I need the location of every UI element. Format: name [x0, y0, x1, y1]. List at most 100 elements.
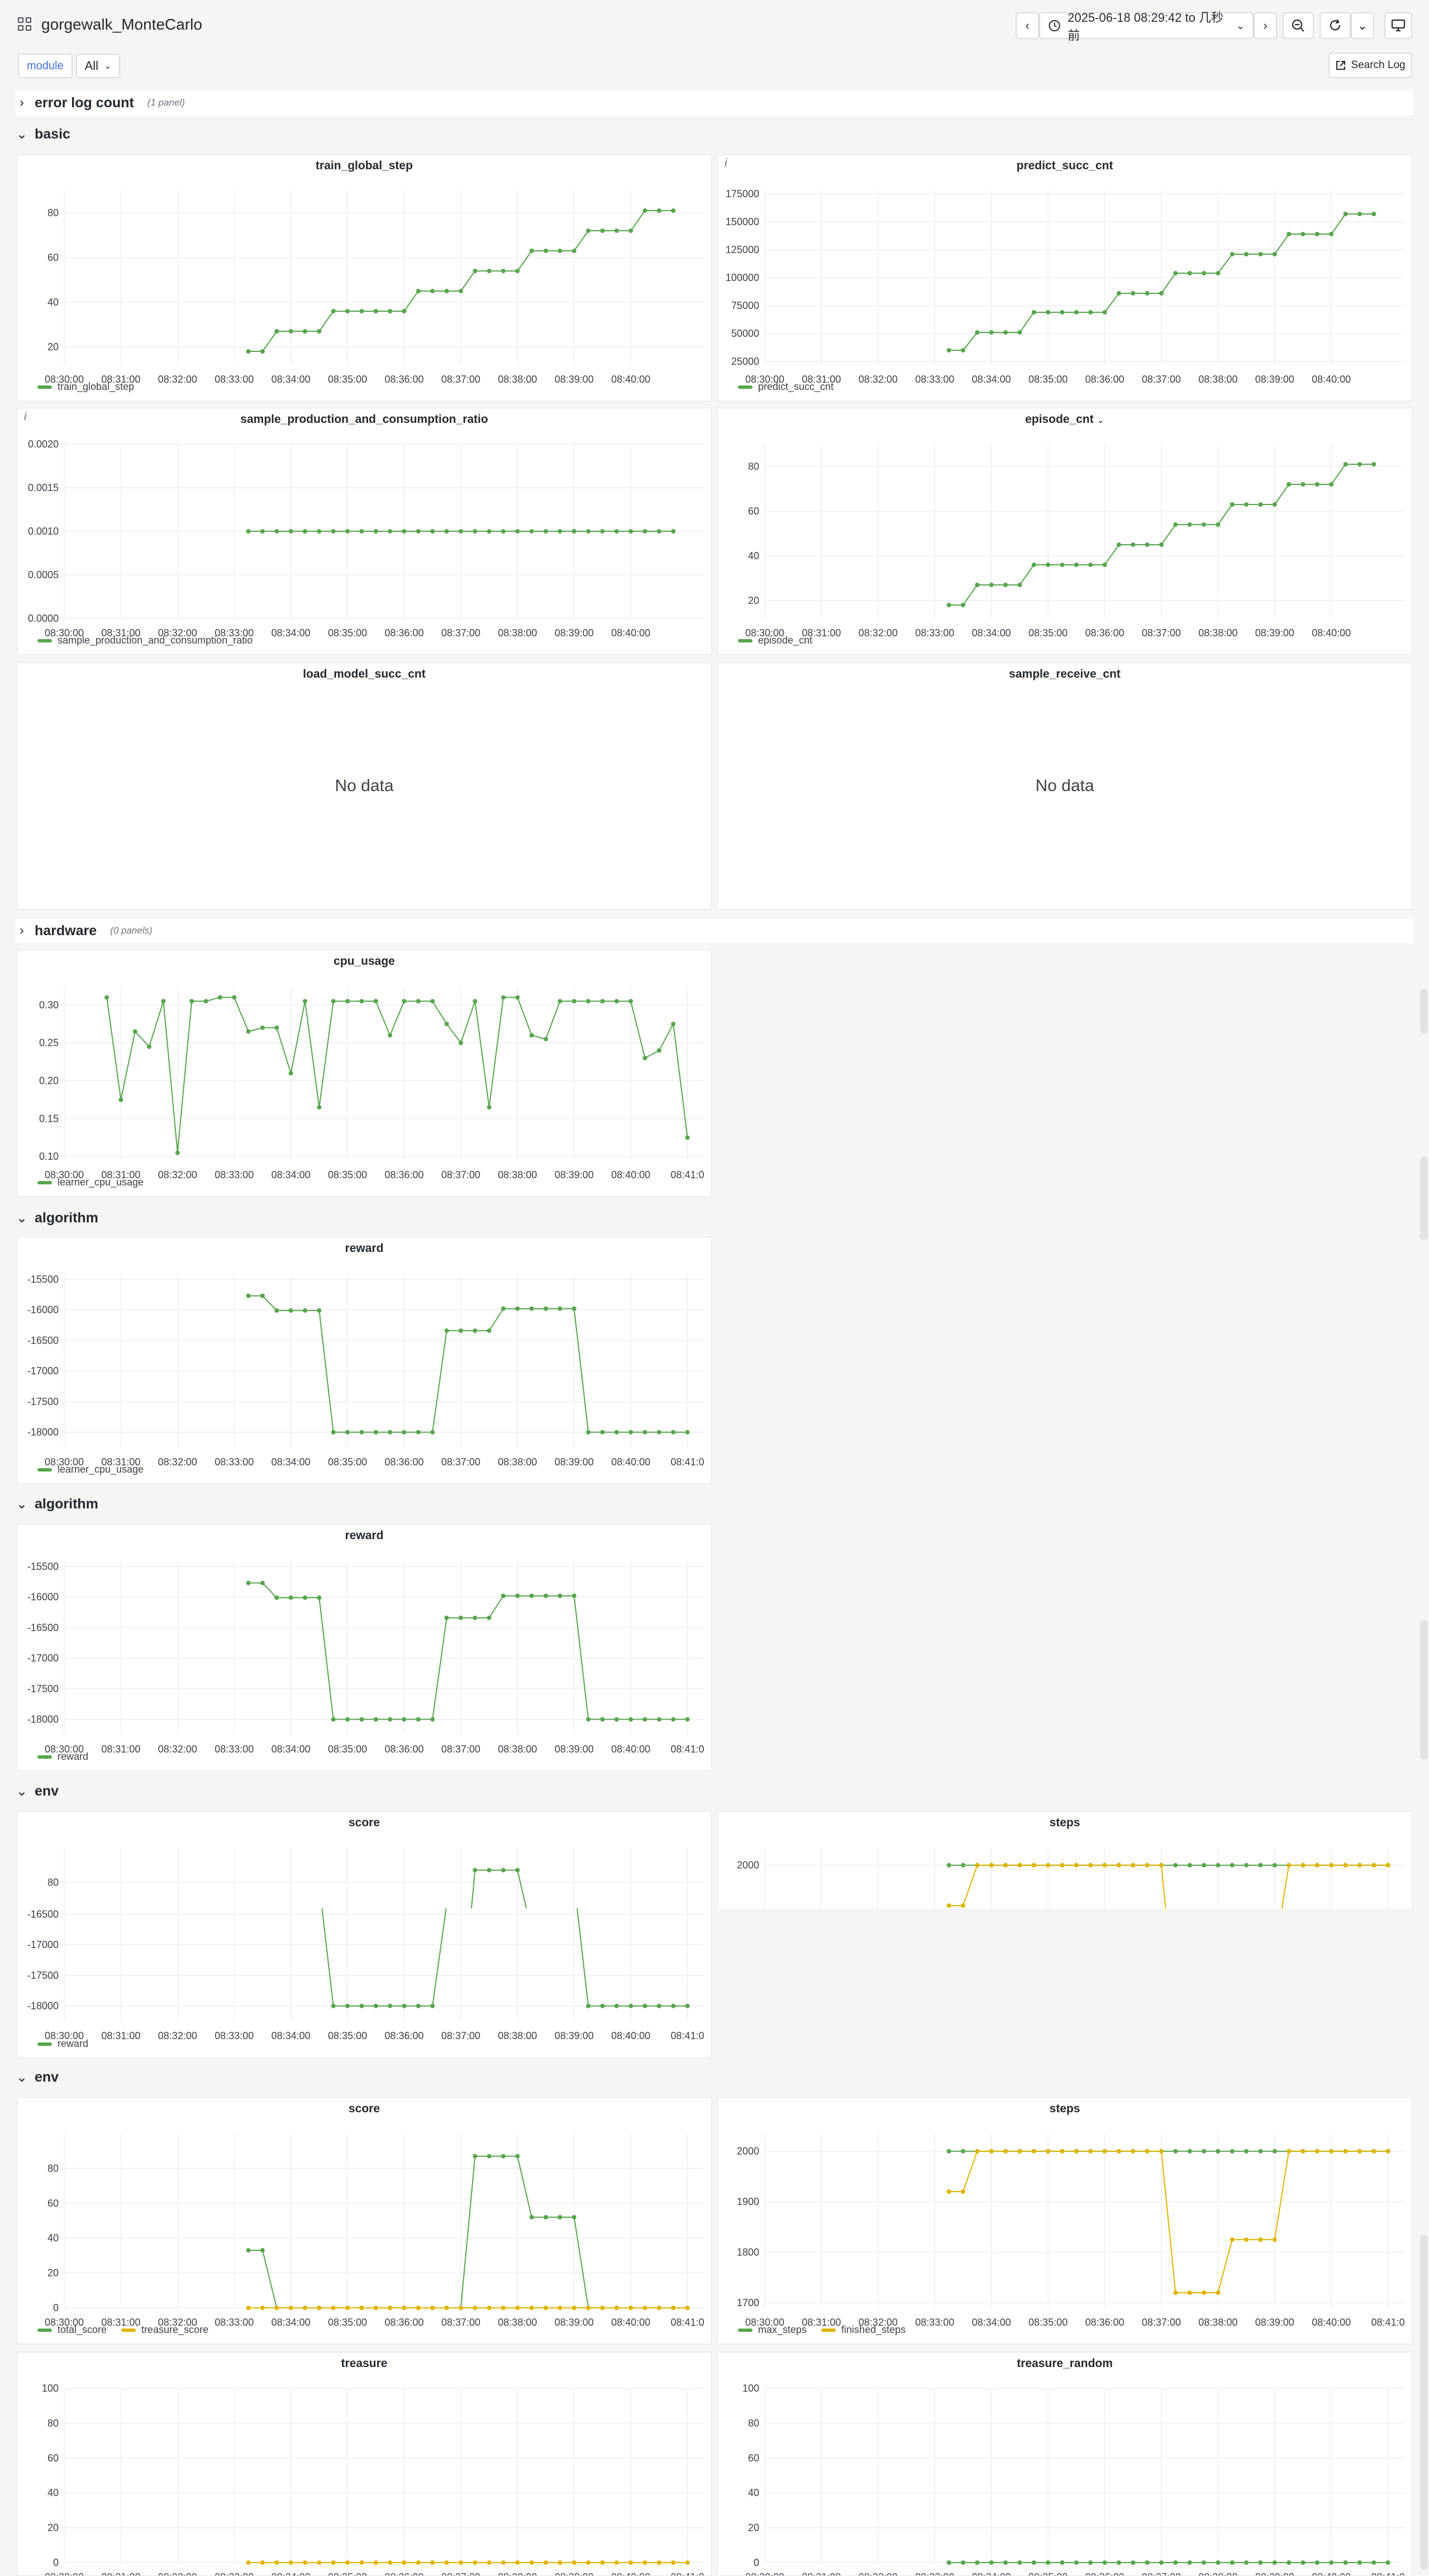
series-line — [248, 1582, 688, 1720]
data-point — [331, 2560, 336, 2565]
row-title: basic — [35, 126, 70, 142]
legend-item[interactable]: total_score — [37, 2324, 107, 2336]
data-point — [600, 529, 605, 534]
legend-item[interactable]: treasure_score — [121, 2324, 208, 2336]
scrollbar-thumb[interactable] — [1420, 989, 1428, 1034]
x-tick-label: 08:32:00 — [158, 2030, 197, 2041]
data-point — [1145, 542, 1150, 547]
row-algorithm[interactable]: ⌄ algorithm — [16, 1206, 1413, 1230]
data-point — [685, 1135, 690, 1140]
panel-episode-cnt[interactable]: episode_cnt ⌄ 20 40 60 80 08:30:00 08:31:00 08… — [717, 408, 1412, 655]
x-tick-label: 08:37:00 — [1142, 2572, 1181, 2576]
scrollbar-thumb[interactable] — [1420, 2235, 1428, 2570]
dashboard-grid-icon[interactable] — [18, 17, 32, 32]
module-variable-select[interactable]: All ⌄ — [75, 54, 121, 78]
panel-sample-receive-cnt[interactable]: sample_receive_cnt No data — [717, 663, 1412, 910]
y-tick-label: 0.10 — [39, 1151, 59, 1162]
row-env[interactable]: ⌄ env — [16, 2065, 1413, 2089]
data-point — [642, 1430, 647, 1435]
panel-reward[interactable]: reward -18000 -17500 -17000 -16500 -16000 -15… — [17, 1524, 712, 1771]
time-shift-forward-button[interactable]: › — [1254, 12, 1277, 39]
data-point — [402, 2560, 407, 2565]
data-point — [1074, 2149, 1079, 2154]
scrollbar-thumb[interactable] — [1420, 1620, 1428, 1760]
data-point — [642, 1055, 647, 1060]
legend-item[interactable]: sample_production_and_consumption_ratio — [37, 635, 253, 646]
data-point — [501, 995, 506, 1000]
data-point — [600, 1430, 605, 1435]
legend-item[interactable]: max_steps — [738, 2324, 807, 2336]
data-point — [359, 1717, 364, 1722]
chart-cpu-usage: 0.100.150.200.250.3008:30:00 08:31:00 08:3… — [39, 986, 704, 1180]
data-point — [345, 1717, 350, 1722]
chevron-left-icon: ‹ — [1025, 18, 1030, 32]
data-point — [1314, 1863, 1320, 1868]
panel-treasure[interactable]: treasure 02040608010008:30:0008:31:0008:… — [17, 2352, 712, 2576]
panel-load-model-succ-cnt[interactable]: load_model_succ_cnt No data — [17, 663, 712, 910]
row-hardware[interactable]: › hardware (0 panels) — [16, 918, 1413, 943]
data-point — [1088, 2149, 1093, 2154]
data-point — [960, 2189, 965, 2194]
y-tick-label: 60 — [47, 2453, 59, 2464]
data-point — [960, 603, 965, 607]
legend-item[interactable]: predict_succ_cnt — [738, 381, 833, 393]
data-point — [1003, 2149, 1008, 2154]
legend-swatch — [37, 1755, 52, 1759]
row-env[interactable]: ⌄ env — [16, 1779, 1413, 1803]
data-point — [1244, 502, 1249, 507]
series-line — [106, 997, 688, 1153]
x-tick-label: 08:34:00 — [271, 2030, 311, 2041]
zoom-out-button[interactable] — [1283, 12, 1314, 39]
data-point — [1159, 1863, 1164, 1868]
data-point — [345, 2003, 350, 2008]
data-point — [359, 2560, 364, 2565]
time-shift-back-button[interactable]: ‹ — [1016, 12, 1039, 39]
data-point — [642, 2306, 647, 2310]
data-point — [345, 529, 350, 534]
data-point — [1244, 1863, 1249, 1868]
data-point — [246, 1293, 251, 1298]
panel-steps[interactable]: steps 1700 1800 1900 2000 08:30:00 08:31:00 08… — [717, 2097, 1412, 2344]
search-log-button[interactable]: Search Log — [1328, 53, 1412, 78]
panel-reward-overlay[interactable]: -18000-17500-17000-16500-16000-1550008:3… — [17, 1908, 712, 2058]
data-point — [501, 2306, 506, 2310]
refresh-interval-dropdown[interactable]: ⌄ — [1351, 12, 1374, 39]
legend-item[interactable]: episode_cnt — [738, 635, 812, 646]
row-title: error log count — [35, 94, 134, 111]
panel-sample-ratio[interactable]: i sample_production_and_consumption_rati… — [17, 408, 712, 655]
page-scrollbar-track[interactable] — [1420, 56, 1428, 2570]
time-range-picker[interactable]: 2025-06-18 08:29:42 to 几秒前 ⌄ — [1039, 11, 1254, 42]
row-basic[interactable]: ⌄ basic — [16, 122, 1413, 146]
data-point — [515, 2306, 520, 2310]
legend-item[interactable]: train_global_step — [37, 381, 134, 393]
tv-mode-button[interactable] — [1384, 12, 1412, 39]
panel-reward[interactable]: reward -18000 -17500 -17000 -16500 -16000 -15… — [17, 1237, 712, 1484]
panel-predict-succ-cnt[interactable]: i predict_succ_cnt 25000 50000 75000 100000… — [717, 154, 1412, 401]
panel-score[interactable]: score 0 20 40 60 80 08:30:00 08:31:00 08:32:00 0… — [17, 2097, 712, 2344]
legend-item[interactable]: learner_cpu_usage — [37, 1464, 144, 1475]
panel-treasure-random[interactable]: treasure_random 02040608010008:30:0008:3… — [717, 2352, 1412, 2576]
x-tick-label: 08:36:00 — [384, 1169, 423, 1180]
data-point — [260, 2306, 265, 2310]
legend-item[interactable]: learner_cpu_usage — [37, 1177, 144, 1188]
legend-item[interactable]: reward — [37, 2038, 88, 2050]
data-point — [402, 309, 407, 313]
x-tick-label: 08:32:00 — [158, 1744, 197, 1755]
data-point — [331, 1430, 336, 1435]
refresh-button[interactable] — [1320, 12, 1351, 39]
legend-item[interactable]: reward — [37, 1751, 88, 1763]
row-error-log-count[interactable]: › error log count (1 panel) — [16, 91, 1413, 115]
scrollbar-thumb[interactable] — [1420, 1156, 1428, 1240]
data-point — [331, 2003, 336, 2008]
x-tick-label: 08:32:00 — [158, 1169, 197, 1180]
data-point — [529, 2306, 534, 2310]
dashboard-title[interactable]: gorgewalk_MonteCarlo — [41, 16, 202, 34]
plot-area: 2040608008:30:00 08:31:00 08:32:00 08:33:00… — [745, 444, 1405, 639]
data-point — [246, 2560, 251, 2565]
panel-train-global-step[interactable]: train_global_step 20 40 60 80 08:30:00 08:31:… — [17, 154, 712, 401]
data-point — [946, 1903, 951, 1908]
panel-cpu-usage[interactable]: cpu_usage 0.10 0.15 0.20 0.25 0.30 08:30:00 08… — [17, 950, 712, 1197]
legend-item[interactable]: finished_steps — [821, 2324, 906, 2336]
data-point — [473, 1868, 478, 1873]
row-algorithm[interactable]: ⌄ algorithm — [16, 1492, 1413, 1516]
